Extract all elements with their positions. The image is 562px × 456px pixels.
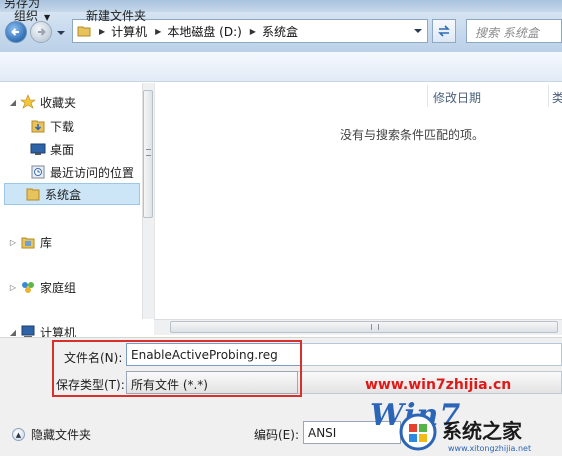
organize-label: 组织: [14, 9, 39, 23]
watermark-url: www.win7zhijia.cn: [365, 377, 512, 393]
breadcrumb-system-box[interactable]: ▶ 系统盒: [250, 23, 302, 40]
nav-item-libraries[interactable]: ▷ 库: [8, 231, 52, 253]
address-row: ▶ 计算机 ▶ 本地磁盘 (D:) ▶ 系统盒 搜索 系统盒: [0, 12, 562, 52]
grip-icon: [146, 149, 151, 156]
chevron-up-icon: ▲: [12, 428, 25, 441]
encoding-label: 编码(E):: [254, 428, 299, 442]
nav-label: 下载: [50, 119, 75, 134]
library-icon: [21, 237, 35, 249]
nav-label: 库: [40, 235, 53, 250]
breadcrumb-local-disk[interactable]: ▶ 本地磁盘 (D:): [155, 23, 246, 40]
chevron-right-icon: ▶: [249, 26, 256, 36]
new-folder-button[interactable]: 新建文件夹: [86, 7, 146, 24]
forward-button[interactable]: [30, 21, 52, 43]
search-input[interactable]: 搜索 系统盒: [466, 19, 562, 43]
refresh-icon: [438, 25, 450, 37]
history-dropdown-button[interactable]: [56, 27, 66, 37]
watermark-brand: 系统之家: [442, 419, 522, 443]
recent-places-icon: [31, 165, 45, 179]
navigation-pane: ◢ 收藏夹 下载 桌面 最近访问的位置 系统盒 ▷ 库 ▷ 家庭组 ◢ 计算机: [0, 83, 152, 337]
breadcrumb-label: 本地磁盘 (D:): [167, 24, 242, 39]
grip-icon: [371, 324, 379, 330]
nav-label: 桌面: [50, 142, 75, 157]
horizontal-scrollbar-thumb[interactable]: [170, 321, 558, 333]
chevron-right-icon: ▶: [99, 26, 106, 36]
nav-item-desktop[interactable]: 桌面: [28, 138, 74, 160]
watermark-subtext: www.xitongzhijia.net: [448, 444, 532, 453]
back-button[interactable]: [5, 21, 27, 43]
downloads-folder-icon: [31, 120, 45, 133]
desktop-icon: [30, 143, 46, 155]
star-icon: [20, 94, 36, 109]
address-dropdown-button[interactable]: [413, 23, 425, 39]
nav-item-recent[interactable]: 最近访问的位置: [28, 161, 134, 183]
expand-arrow-icon[interactable]: ▷: [8, 283, 18, 292]
computer-icon: [21, 325, 35, 337]
nav-scrollbar-thumb[interactable]: [143, 90, 153, 218]
chevron-down-icon: [57, 31, 65, 35]
nav-item-homegroup[interactable]: ▷ 家庭组: [8, 276, 76, 298]
nav-item-downloads[interactable]: 下载: [28, 115, 74, 137]
empty-results-message: 没有与搜索条件匹配的项。: [340, 128, 485, 142]
column-header-date-modified[interactable]: 修改日期: [433, 89, 481, 106]
chevron-down-icon: [414, 29, 422, 33]
expand-arrow-icon[interactable]: ▷: [8, 238, 18, 247]
column-divider[interactable]: [548, 85, 549, 107]
nav-label: 收藏夹: [40, 95, 77, 110]
filename-input-extension[interactable]: [302, 343, 562, 366]
chevron-down-icon: ▼: [44, 13, 51, 22]
arrow-right-icon: [38, 28, 46, 36]
breadcrumb-computer[interactable]: ▶ 计算机: [99, 23, 151, 40]
homegroup-icon: [22, 282, 34, 293]
collapse-arrow-icon[interactable]: ◢: [8, 98, 18, 107]
column-divider[interactable]: [427, 85, 428, 107]
search-placeholder: 搜索 系统盒: [475, 26, 539, 40]
nav-label: 计算机: [40, 325, 77, 338]
hide-folders-label: 隐藏文件夹: [31, 428, 92, 442]
title-bar: 另存为: [0, 0, 562, 12]
watermark-logo-icon: [399, 413, 437, 451]
arrow-left-icon: [11, 28, 19, 36]
refresh-button[interactable]: [432, 19, 456, 43]
breadcrumb-label: 计算机: [111, 24, 148, 39]
folder-icon: [26, 188, 40, 201]
nav-item-computer[interactable]: ◢ 计算机: [8, 321, 76, 337]
folder-icon: [77, 26, 91, 37]
chevron-right-icon: ▶: [155, 26, 162, 36]
organize-button[interactable]: 组织 ▼: [14, 7, 50, 24]
toolbar: [0, 52, 562, 82]
highlight-annotation-box: [52, 340, 302, 397]
nav-label: 家庭组: [40, 280, 77, 295]
collapse-arrow-icon[interactable]: ◢: [8, 328, 18, 337]
nav-item-system-box[interactable]: 系统盒: [4, 183, 140, 205]
column-header-type[interactable]: 类: [552, 89, 562, 106]
breadcrumb-label: 系统盒: [261, 24, 298, 39]
nav-label: 系统盒: [45, 187, 82, 202]
file-list-pane[interactable]: [154, 83, 562, 321]
hide-folders-button[interactable]: ▲ 隐藏文件夹: [12, 426, 91, 443]
nav-item-favorites[interactable]: ◢ 收藏夹: [8, 91, 76, 113]
nav-label: 最近访问的位置: [50, 165, 135, 180]
